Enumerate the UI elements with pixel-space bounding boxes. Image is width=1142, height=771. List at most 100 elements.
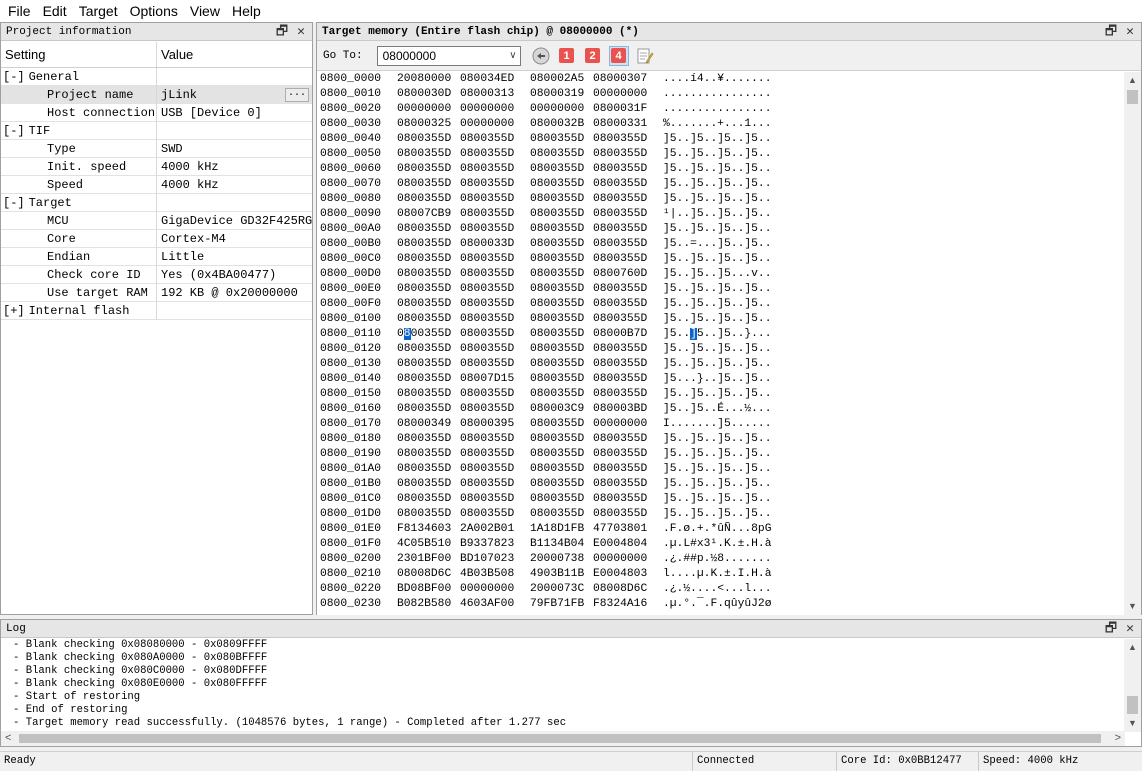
- memory-row[interactable]: 0800_0200 2301BF00 BD107023 20000738 0000000…: [320, 552, 1120, 567]
- hex-word-cell[interactable]: 79FB71FB: [530, 597, 584, 612]
- view-4-bytes-button[interactable]: 4: [608, 45, 629, 66]
- hex-word-cell[interactable]: 2301BF00: [397, 552, 451, 567]
- settings-row[interactable]: Core Cortex-M4: [1, 230, 312, 248]
- hex-word-cell[interactable]: 0800355D: [593, 387, 647, 402]
- hex-word-cell[interactable]: BD08BF00: [397, 582, 451, 597]
- memory-row[interactable]: 0800_01B0 0800355D 0800355D 0800355D 0800355…: [320, 477, 1120, 492]
- hex-word-cell[interactable]: 08007CB9: [397, 207, 451, 222]
- hex-word-cell[interactable]: 0800355D: [460, 297, 514, 312]
- restore-icon[interactable]: 🗗: [1103, 24, 1119, 40]
- address-cell[interactable]: 0800_00D0: [320, 267, 381, 282]
- hex-word-cell[interactable]: 0800355D: [397, 357, 451, 372]
- ascii-cell[interactable]: ¹|..]5..]5..]5..: [663, 207, 771, 222]
- memory-row[interactable]: 0800_01E0 F8134603 2A002B01 1A18D1FB 4770380…: [320, 522, 1120, 537]
- hex-word-cell[interactable]: 00000000: [460, 117, 514, 132]
- hex-word-cell[interactable]: 080002A5: [530, 72, 584, 87]
- expand-toggle-icon[interactable]: [-]: [3, 70, 25, 84]
- hex-word-cell[interactable]: 0800355D: [530, 162, 584, 177]
- hex-word-cell[interactable]: 08000331: [593, 117, 647, 132]
- hex-word-cell[interactable]: 08000319: [530, 87, 584, 102]
- hex-word-cell[interactable]: 00000000: [593, 417, 647, 432]
- hex-word-cell[interactable]: 0800355D: [397, 402, 451, 417]
- memory-row[interactable]: 0800_01C0 0800355D 0800355D 0800355D 0800355…: [320, 492, 1120, 507]
- address-cell[interactable]: 0800_00A0: [320, 222, 381, 237]
- hex-word-cell[interactable]: 08008D6C: [593, 582, 647, 597]
- memory-row[interactable]: 0800_0090 08007CB9 0800355D 0800355D 0800355…: [320, 207, 1120, 222]
- scroll-thumb[interactable]: [19, 734, 1101, 743]
- hex-word-cell[interactable]: 08000313: [460, 87, 514, 102]
- log-vertical-scrollbar[interactable]: ▲ ▼: [1124, 639, 1141, 732]
- hex-word-cell[interactable]: 4603AF00: [460, 597, 514, 612]
- hex-word-cell[interactable]: 0800355D: [593, 312, 647, 327]
- hex-word-cell[interactable]: 0800355D: [397, 477, 451, 492]
- hex-word-cell[interactable]: 0800355D: [593, 192, 647, 207]
- memory-row[interactable]: 0800_0220 BD08BF00 00000000 2000073C 08008D6…: [320, 582, 1120, 597]
- hex-word-cell[interactable]: 00000000: [530, 102, 584, 117]
- address-cell[interactable]: 0800_00C0: [320, 252, 381, 267]
- menu-options[interactable]: Options: [124, 0, 184, 22]
- hex-word-cell[interactable]: 0800355D: [460, 342, 514, 357]
- hex-word-cell[interactable]: 0800355D: [460, 357, 514, 372]
- address-cell[interactable]: 0800_0000: [320, 72, 381, 87]
- ascii-cell[interactable]: ]5...}..]5..]5..: [663, 372, 771, 387]
- hex-word-cell[interactable]: 0800355D: [593, 477, 647, 492]
- address-cell[interactable]: 0800_01B0: [320, 477, 381, 492]
- goto-address-combobox[interactable]: 08000000 ∨: [376, 45, 521, 66]
- hex-word-cell[interactable]: 0800355D: [397, 342, 451, 357]
- memory-vertical-scrollbar[interactable]: ▲ ▼: [1124, 72, 1141, 615]
- ascii-cell[interactable]: ]5..]5..]5..]5..: [663, 432, 771, 447]
- address-cell[interactable]: 0800_0030: [320, 117, 381, 132]
- restore-icon[interactable]: 🗗: [274, 24, 290, 40]
- hex-word-cell[interactable]: 08000307: [593, 72, 647, 87]
- hex-word-cell[interactable]: 0800355D: [530, 177, 584, 192]
- settings-row[interactable]: Endian Little: [1, 248, 312, 266]
- view-1-byte-button[interactable]: 1: [557, 46, 577, 66]
- hex-word-cell[interactable]: 00000000: [460, 102, 514, 117]
- ascii-cell[interactable]: ]5..]5..]5..]5..: [663, 312, 771, 327]
- hex-word-cell[interactable]: 47703801: [593, 522, 647, 537]
- hex-word-cell[interactable]: 0800355D: [397, 447, 451, 462]
- hex-word-cell[interactable]: 08007D15: [460, 372, 514, 387]
- view-2-bytes-button[interactable]: 2: [583, 46, 603, 66]
- settings-group-row[interactable]: [-] Target: [1, 194, 312, 212]
- go-back-button[interactable]: [531, 46, 551, 66]
- hex-word-cell[interactable]: 1A18D1FB: [530, 522, 584, 537]
- ascii-cell[interactable]: ]5..]5..]5..]5..: [663, 477, 771, 492]
- hex-word-cell[interactable]: 0800355D: [593, 177, 647, 192]
- hex-word-cell[interactable]: 00000000: [397, 102, 451, 117]
- settings-group-row[interactable]: [-] General: [1, 68, 312, 86]
- hex-word-cell[interactable]: 0800355D: [397, 222, 451, 237]
- chevron-down-icon[interactable]: ∨: [509, 47, 516, 65]
- hex-word-cell[interactable]: 0800355D: [530, 312, 584, 327]
- hex-word-cell[interactable]: 4C05B510: [397, 537, 451, 552]
- hex-word-cell[interactable]: 0800355D: [593, 372, 647, 387]
- memory-row[interactable]: 0800_0110 0800355D 0800355D 0800355D 08000B7…: [320, 327, 1120, 342]
- scroll-down-icon[interactable]: ▼: [1124, 598, 1141, 615]
- hex-word-cell[interactable]: 0800355D: [397, 237, 451, 252]
- hex-word-cell[interactable]: 0800355D: [530, 357, 584, 372]
- hex-word-cell[interactable]: 0800355D: [593, 237, 647, 252]
- ascii-cell[interactable]: ]5..]5..]5..]5..: [663, 492, 771, 507]
- ascii-cell[interactable]: ................: [663, 102, 771, 117]
- hex-word-cell[interactable]: 0800355D: [593, 207, 647, 222]
- hex-word-cell[interactable]: 0800355D: [530, 342, 584, 357]
- hex-word-cell[interactable]: 0800355D: [530, 267, 584, 282]
- hex-word-cell[interactable]: 0800355D: [397, 252, 451, 267]
- hex-word-cell[interactable]: 080003BD: [593, 402, 647, 417]
- address-cell[interactable]: 0800_0060: [320, 162, 381, 177]
- hex-word-cell[interactable]: 0800355D: [593, 462, 647, 477]
- settings-row[interactable]: Init. speed 4000 kHz: [1, 158, 312, 176]
- settings-row[interactable]: Project name jLink...: [1, 86, 312, 104]
- hex-word-cell[interactable]: BD107023: [460, 552, 514, 567]
- memory-row[interactable]: 0800_0160 0800355D 0800355D 080003C9 080003B…: [320, 402, 1120, 417]
- memory-row[interactable]: 0800_0230 B082B580 4603AF00 79FB71FB F8324A1…: [320, 597, 1120, 612]
- ascii-cell[interactable]: ]5..]5..]5..]5..: [663, 147, 771, 162]
- memory-row[interactable]: 0800_0010 0800030D 08000313 08000319 0000000…: [320, 87, 1120, 102]
- hex-word-cell[interactable]: 0800355D: [460, 132, 514, 147]
- memory-row[interactable]: 0800_00A0 0800355D 0800355D 0800355D 0800355…: [320, 222, 1120, 237]
- menu-view[interactable]: View: [184, 0, 226, 22]
- hex-word-cell[interactable]: 0800030D: [397, 87, 451, 102]
- ascii-cell[interactable]: ]5..]5..]5..]5..: [663, 447, 771, 462]
- memory-row[interactable]: 0800_0040 0800355D 0800355D 0800355D 0800355…: [320, 132, 1120, 147]
- ascii-cell[interactable]: ]5..]5..]5..]5..: [663, 252, 771, 267]
